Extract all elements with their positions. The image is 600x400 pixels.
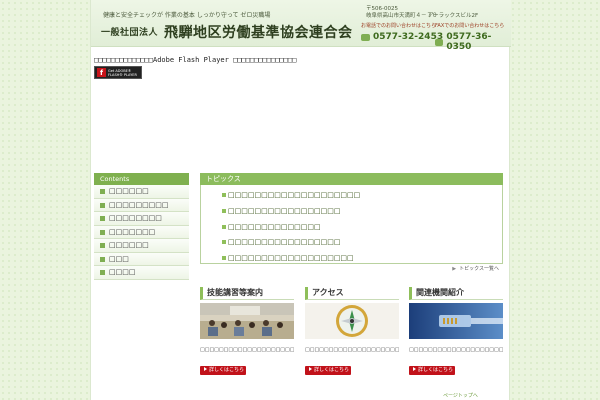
sidebar: Contents □□□□□□ □□□□□□□□□ □□□□□□□□ □□□□□…: [94, 173, 189, 280]
square-bullet-icon: [222, 193, 226, 197]
square-bullet-icon: [222, 240, 226, 245]
sidebar-item[interactable]: □□□: [94, 252, 189, 266]
card-title: 技能講習等案内: [200, 287, 294, 300]
flash-required-message: □□□□□□□□□□□□□□Adobe Flash Player □□□□□□□…: [94, 56, 297, 64]
sidebar-item-label: □□□□: [109, 268, 136, 276]
sidebar-item-label: □□□□□□: [109, 187, 149, 195]
topics-more-link[interactable]: ▶ トピックス一覧へ: [452, 265, 499, 272]
details-button[interactable]: 詳しくはこちら: [305, 366, 351, 375]
square-bullet-icon: [100, 202, 105, 208]
sidebar-item-label: □□□□□□: [109, 241, 149, 249]
phone-label: お電話でのお問い合わせはこちら: [361, 23, 437, 29]
page-container: 健康と安全チェックが 作業の基本 しっかり守って ゼロ災職場 一般社団法人 飛騨地…: [90, 0, 511, 400]
sidebar-item[interactable]: □□□□□□: [94, 185, 189, 199]
details-button-label: 詳しくはこちら: [209, 367, 245, 373]
sidebar-item-label: □□□□□□□□□: [109, 200, 169, 209]
square-bullet-icon: [100, 229, 105, 235]
flash-logo-icon: f: [97, 68, 106, 77]
topic-label: □□□□□□□□□□□□□□□□□: [228, 206, 341, 215]
square-bullet-icon: [100, 256, 105, 262]
square-bullet-icon: [222, 224, 226, 229]
header-address: 〒506-0025 岐阜県高山市天満町４－７０ アーラックスビル2F: [366, 6, 506, 20]
fax-icon: [435, 38, 444, 46]
fax-number-text: 0577-36-0350: [446, 32, 492, 52]
topic-label: □□□□□□□□□□□□□□□□□□□□: [228, 191, 361, 199]
details-button[interactable]: 詳しくはこちら: [200, 366, 246, 375]
square-bullet-icon: [100, 270, 105, 275]
get-flash-player-button[interactable]: f Get ADOBE® FLASH® PLAYER: [94, 66, 142, 79]
phone-number[interactable]: 0577-32-2453: [361, 32, 443, 42]
square-bullet-icon: [100, 216, 105, 221]
sidebar-item-label: □□□: [109, 254, 129, 263]
topic-label: □□□□□□□□□□□□□□: [228, 222, 321, 231]
topic-label: □□□□□□□□□□□□□□□□□: [228, 238, 341, 247]
site-logo[interactable]: 一般社団法人 飛騨地区労働基準協会連合会: [101, 22, 353, 42]
topic-link[interactable]: □□□□□□□□□□□□□□□□□□□□: [201, 188, 502, 204]
phone-number-text: 0577-32-2453: [373, 32, 444, 42]
details-button[interactable]: 詳しくはこちら: [409, 366, 455, 375]
card-text: □□□□□□□□□□□□□□□□□□□□□□□□□□□□□: [200, 347, 294, 353]
card-seminar: 技能講習等案内 □□□□□□□□□□□□□□□□□□□□□□□□□□□□□ 詳し…: [200, 287, 294, 375]
org-prefix: 一般社団法人: [101, 28, 159, 38]
topic-link[interactable]: □□□□□□□□□□□□□□□□□: [201, 235, 502, 251]
card-title: 関連機関紹介: [409, 287, 503, 300]
square-bullet-icon: [222, 208, 226, 213]
topics-more-label: トピックス一覧へ: [459, 266, 499, 272]
building-name: アーラックスビル2F: [428, 13, 479, 19]
triangle-right-icon: ▶: [452, 266, 457, 272]
square-bullet-icon: [100, 189, 105, 194]
square-bullet-icon: [222, 256, 226, 261]
topics-list: □□□□□□□□□□□□□□□□□□□□ □□□□□□□□□□□□□□□□□ □…: [200, 185, 503, 264]
triangle-right-icon: [204, 367, 207, 371]
fax-label: FAXでのお問い合わせはこちら: [435, 23, 505, 29]
triangle-right-icon: [309, 367, 312, 371]
topics-heading: トピックス: [200, 173, 503, 185]
site-header: 健康と安全チェックが 作業の基本 しっかり守って ゼロ災職場 一般社団法人 飛騨地…: [91, 0, 511, 52]
card-related-orgs: 関連機関紹介 □□□□□□□□□□□□□□□□□□□□□□□□□□□□□ 詳し: [409, 287, 503, 375]
flash-badge-name: FLASH® PLAYER: [108, 72, 137, 77]
topics-section: トピックス □□□□□□□□□□□□□□□□□□□□ □□□□□□□□□□□□□…: [200, 173, 503, 272]
seminar-room-image[interactable]: [200, 303, 294, 339]
page-top-link[interactable]: ページトップへ: [443, 392, 478, 399]
card-text: □□□□□□□□□□□□□□□□□□□□□□□□□□□□□: [409, 347, 503, 353]
compass-image[interactable]: [305, 303, 399, 339]
flash-badge-text: Get ADOBE® FLASH® PLAYER: [108, 69, 137, 77]
topic-link[interactable]: □□□□□□□□□□□□□□: [201, 220, 502, 236]
sidebar-item-label: □□□□□□□: [109, 227, 156, 236]
sidebar-item[interactable]: □□□□□□: [94, 239, 189, 253]
square-bullet-icon: [100, 243, 105, 248]
triangle-right-icon: [413, 367, 416, 371]
postal-code: 〒506-0025: [366, 6, 398, 12]
sidebar-item[interactable]: □□□□: [94, 266, 189, 280]
sidebar-heading: Contents: [94, 173, 189, 185]
sidebar-item-label: □□□□□□□□: [109, 214, 162, 222]
fax-number: 0577-36-0350: [435, 32, 511, 52]
sidebar-item[interactable]: □□□□□□□: [94, 225, 189, 239]
header-tagline: 健康と安全チェックが 作業の基本 しっかり守って ゼロ災職場: [103, 12, 271, 19]
phone-icon: [361, 33, 370, 41]
org-name: 飛騨地区労働基準協会連合会: [164, 25, 353, 41]
details-button-label: 詳しくはこちら: [314, 367, 350, 373]
topic-label: □□□□□□□□□□□□□□□□□□□: [228, 254, 354, 263]
card-access: アクセス □□□□□□□□□□□□□□□□□□□□□□□□□□□□□ 詳しくはこ…: [305, 287, 399, 375]
sidebar-item[interactable]: □□□□□□□□□: [94, 198, 189, 212]
sidebar-item[interactable]: □□□□□□□□: [94, 212, 189, 226]
card-text: □□□□□□□□□□□□□□□□□□□□□□□□□□□□□: [305, 347, 399, 353]
network-cable-image[interactable]: [409, 303, 503, 339]
card-title: アクセス: [305, 287, 399, 300]
details-button-label: 詳しくはこちら: [418, 367, 454, 373]
topic-link[interactable]: □□□□□□□□□□□□□□□□□: [201, 204, 502, 220]
